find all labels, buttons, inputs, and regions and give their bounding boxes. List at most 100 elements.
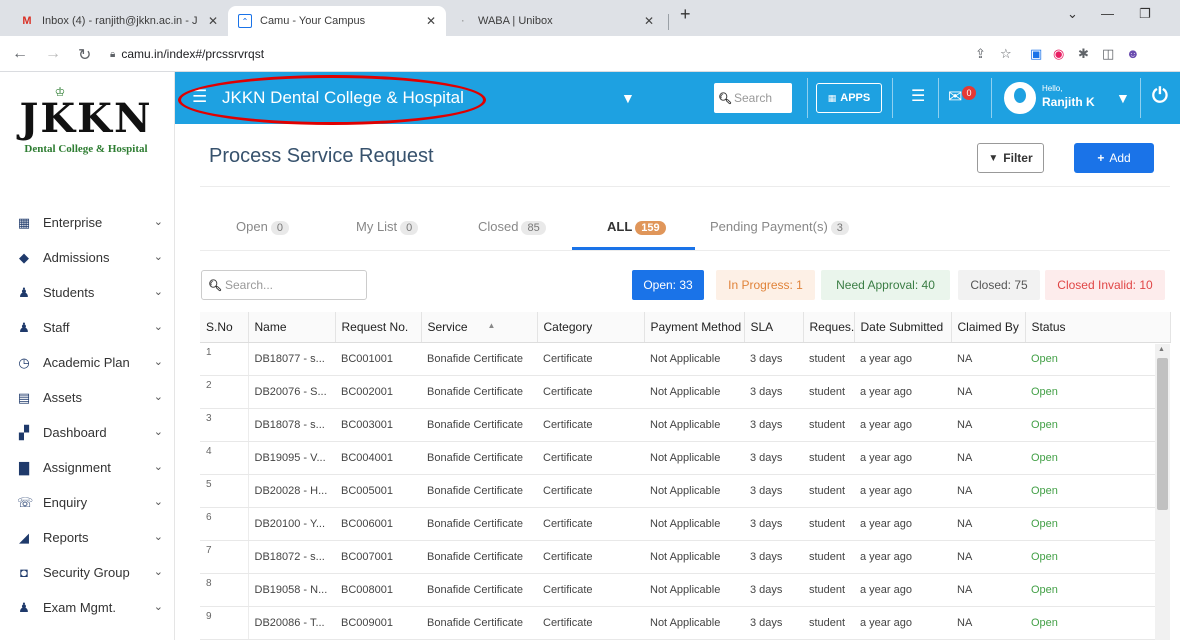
assets-icon: ▤ [17, 389, 31, 405]
table-cell: 2 [200, 375, 249, 409]
sidebar-item-reports[interactable]: ◢ Reports ⌄ [0, 520, 175, 555]
sidebar-item-academic-plan[interactable]: ◷ Academic Plan ⌄ [0, 345, 175, 380]
table-row[interactable]: 3 DB18078 - s... BC003001 Bonafide Certific… [200, 408, 1170, 442]
browser-tab-waba[interactable]: · WABA | Unibox ✕ [446, 6, 664, 36]
sidebar-item-assets[interactable]: ▤ Assets ⌄ [0, 380, 175, 415]
status-chip[interactable]: Closed: 75 [958, 270, 1040, 300]
reload-icon[interactable]: ↻ [78, 45, 91, 65]
menu-icon[interactable]: ☰ [192, 87, 207, 107]
tab-pending-payment-s[interactable]: Pending Payment(s) 3 [710, 219, 849, 235]
power-icon[interactable]: ⏻ [1152, 85, 1168, 108]
header-search-input[interactable]: 🔍︎ Search [714, 83, 792, 113]
url-field[interactable]: 🔒︎ camu.in/index#/prcssrvrqst [110, 41, 965, 67]
browser-tab-gmail[interactable]: M Inbox (4) - ranjith@jkkn.ac.in - J ✕ [10, 6, 228, 36]
sidebar-item-students[interactable]: ♟ Students ⌄ [0, 275, 175, 310]
sidebar-item-admissions[interactable]: ◆ Admissions ⌄ [0, 240, 175, 275]
column-header[interactable]: Claimed By [951, 312, 1026, 343]
lock-icon: 🔒︎ [110, 48, 116, 60]
sort-asc-icon[interactable]: ▲ [488, 321, 496, 330]
timer-icon: ◷ [18, 354, 30, 370]
status-chip[interactable]: Need Approval: 40 [821, 270, 950, 300]
column-header[interactable]: Payment Method [644, 312, 745, 343]
close-icon[interactable]: ✕ [426, 14, 436, 28]
column-header[interactable]: Request No. [335, 312, 422, 343]
table-cell: NA [951, 342, 1025, 376]
table-row[interactable]: 6 DB20100 - Y... BC006001 Bonafide Certific… [200, 507, 1170, 541]
profile-icon[interactable]: ☻ [1126, 46, 1140, 61]
table-row[interactable]: 2 DB20076 - S... BC002001 Bonafide Certific… [200, 375, 1170, 409]
share-icon[interactable]: ⇪ [975, 46, 986, 62]
table-cell: 6 [200, 507, 249, 541]
sidebar-item-security-group[interactable]: ◘ Security Group ⌄ [0, 555, 175, 590]
scroll-up-icon[interactable]: ▲ [1158, 346, 1165, 353]
column-header-label: Claimed By [957, 319, 1019, 334]
minimize-icon[interactable]: — [1101, 6, 1114, 21]
column-header[interactable]: Reques... [803, 312, 855, 343]
table-cell: Certificate [537, 540, 644, 574]
column-header[interactable]: Name [248, 312, 336, 343]
column-header[interactable]: S.No [200, 312, 249, 343]
sidebar-item-assignment[interactable]: ▇ Assignment ⌄ [0, 450, 175, 485]
table-row[interactable]: 8 DB19058 - N... BC008001 Bonafide Certific… [200, 573, 1170, 607]
table-row[interactable]: 9 DB20086 - T... BC009001 Bonafide Certific… [200, 606, 1170, 640]
filter-button[interactable]: ▼ Filter [977, 143, 1044, 173]
table-cell: NA [951, 408, 1025, 442]
table-row[interactable]: 1 DB18077 - s... BC001001 Bonafide Certific… [200, 342, 1170, 376]
sidepanel-icon[interactable]: ◫ [1102, 46, 1114, 62]
sidebar-item-staff[interactable]: ♟ Staff ⌄ [0, 310, 175, 345]
tab-all[interactable]: ALL 159 [607, 219, 666, 235]
tab-open[interactable]: Open 0 [236, 219, 289, 235]
column-header[interactable]: SLA [744, 312, 804, 343]
close-icon[interactable]: ✕ [208, 14, 218, 28]
new-tab-plus-icon[interactable]: + [680, 4, 691, 25]
search-placeholder: Search [733, 91, 772, 105]
add-button[interactable]: + Add [1074, 143, 1154, 173]
status-chip[interactable]: In Progress: 1 [716, 270, 815, 300]
restore-icon[interactable]: ❐ [1139, 6, 1151, 22]
sidebar-item-label: Exam Mgmt. [43, 600, 116, 615]
tab-search-chevron-icon[interactable]: ⌄ [1067, 6, 1078, 22]
user-name[interactable]: Ranjith K [1042, 95, 1095, 109]
status-chip[interactable]: Open: 33 [632, 270, 704, 300]
status-cell: Open [1025, 408, 1170, 442]
status-cell: Open [1025, 606, 1170, 640]
forward-arrow-icon[interactable]: → [45, 45, 61, 63]
column-header[interactable]: Date Submitted [854, 312, 952, 343]
sidebar-item-exam-mgmt[interactable]: ♟ Exam Mgmt. ⌄ [0, 590, 175, 625]
tab-my-list[interactable]: My List 0 [356, 219, 419, 235]
status-chip[interactable]: Closed Invalid: 10 [1045, 270, 1165, 300]
table-cell: Bonafide Certificate [421, 474, 537, 508]
close-icon[interactable]: ✕ [644, 14, 654, 28]
apps-button[interactable]: ▦ APPS [816, 83, 882, 113]
table-cell: student [803, 342, 854, 376]
tab-closed[interactable]: Closed 85 [478, 219, 546, 235]
college-selector[interactable]: JKKN Dental College & Hospital [222, 88, 464, 108]
extension-icon[interactable]: ▣ [1030, 46, 1042, 62]
column-header[interactable]: Service ▲ [421, 312, 538, 343]
table-cell: 3 days [744, 342, 803, 376]
mail-icon[interactable]: ✉ [948, 87, 962, 107]
column-header[interactable]: Category [537, 312, 645, 343]
puzzle-icon[interactable]: ✱ [1078, 46, 1089, 62]
scrollbar-thumb[interactable] [1157, 358, 1168, 510]
bookmark-star-icon[interactable]: ☆ [1000, 46, 1012, 62]
sidebar-item-dashboard[interactable]: ▞ Dashboard ⌄ [0, 415, 175, 450]
avatar[interactable] [1004, 82, 1036, 114]
tab-separator [668, 14, 669, 30]
sidebar-item-enquiry[interactable]: ☏ Enquiry ⌄ [0, 485, 175, 520]
back-arrow-icon[interactable]: ← [12, 45, 28, 63]
table-cell: Bonafide Certificate [421, 606, 537, 640]
college-dropdown-icon[interactable]: ▼ [621, 90, 635, 106]
table-cell: Certificate [537, 573, 644, 607]
table-search-input[interactable]: 🔍︎ Search... [201, 270, 367, 300]
server-icon[interactable]: ☰ [911, 86, 925, 106]
browser-tab-camu[interactable]: ⌃ Camu - Your Campus ✕ [228, 6, 446, 36]
table-row[interactable]: 4 DB19095 - V... BC004001 Bonafide Certific… [200, 441, 1170, 475]
table-row[interactable]: 5 DB20028 - H... BC005001 Bonafide Certific… [200, 474, 1170, 508]
extension-circle-icon[interactable]: ◉ [1053, 46, 1064, 62]
column-header[interactable]: Status [1025, 312, 1171, 343]
sidebar-item-enterprise[interactable]: ▦ Enterprise ⌄ [0, 205, 175, 240]
user-dropdown-icon[interactable]: ▼ [1116, 90, 1130, 106]
table-cell: Certificate [537, 408, 644, 442]
table-row[interactable]: 7 DB18072 - s... BC007001 Bonafide Certific… [200, 540, 1170, 574]
